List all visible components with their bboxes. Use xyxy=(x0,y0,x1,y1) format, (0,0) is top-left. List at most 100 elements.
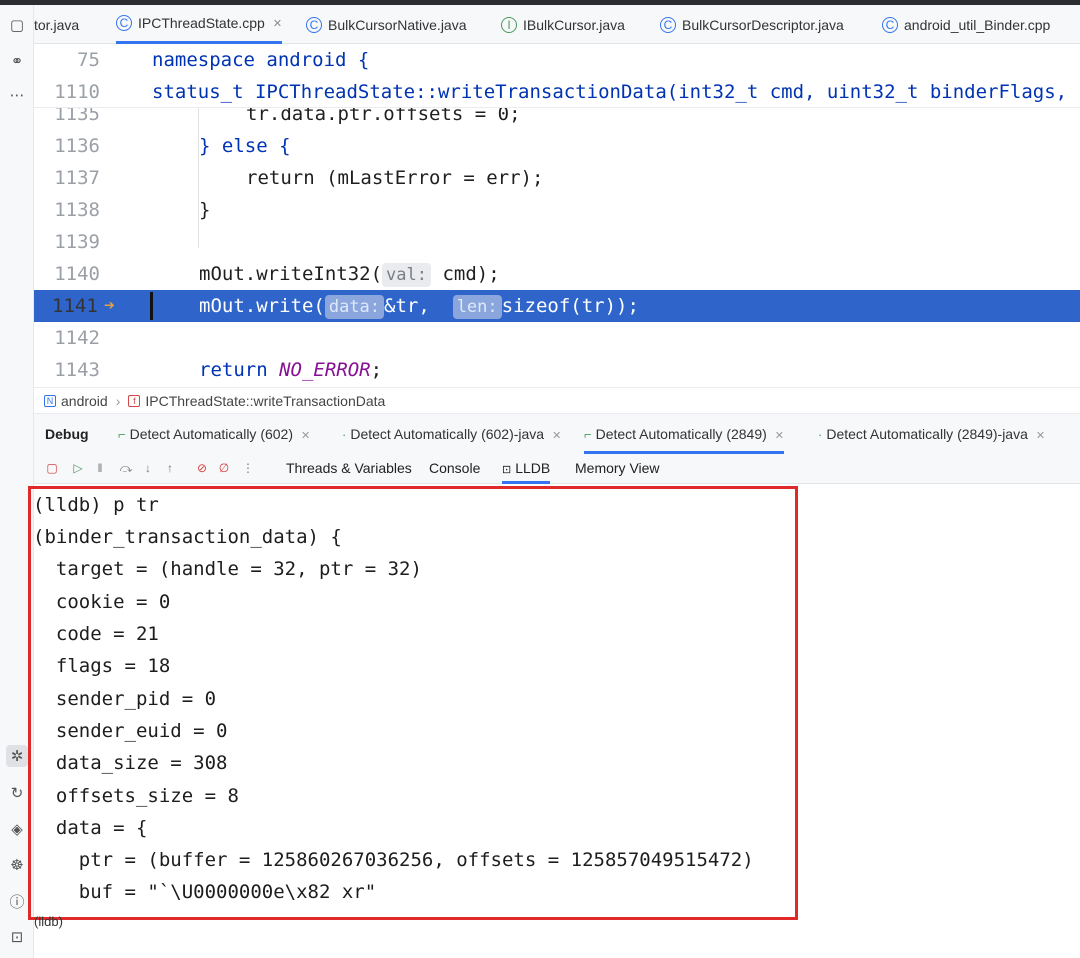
code-segment: ; xyxy=(370,359,383,381)
sync-icon[interactable]: ↻ xyxy=(6,782,28,804)
step-out-icon[interactable]: ↑ xyxy=(162,460,178,476)
debug-session-icon: ⌐ xyxy=(118,427,126,442)
console-line: (binder_transaction_data) { xyxy=(33,526,342,548)
chevron-right-icon: › xyxy=(115,392,121,409)
more-vertical-icon[interactable]: ⋮ xyxy=(240,460,256,476)
tab-threads-variables[interactable]: Threads & Variables xyxy=(286,460,412,476)
session-tab[interactable]: · Detect Automatically (2849)-java ✕ xyxy=(818,426,1045,442)
session-label: Detect Automatically (602)-java xyxy=(350,426,545,442)
code-segment: mOut.writeInt32( xyxy=(199,263,383,285)
namespace-icon: N xyxy=(44,394,56,407)
tab-tor-java[interactable]: tor.java xyxy=(34,5,79,44)
console-line: cookie = 0 xyxy=(33,591,171,613)
sticky-line[interactable]: 75 namespace android { xyxy=(34,44,1080,76)
line-number: 1143 xyxy=(54,359,100,381)
debug-panel-header: Debug ⌐ Detect Automatically (602) ✕ · Dete… xyxy=(34,414,1080,454)
code-text: return (mLastError = err); xyxy=(246,167,544,189)
session-tab-active[interactable]: ⌐ Detect Automatically (2849) ✕ xyxy=(584,426,785,454)
code-segment: mOut.write( xyxy=(199,295,325,317)
step-over-icon[interactable]: ⤼ xyxy=(118,460,134,476)
close-icon[interactable]: ✕ xyxy=(1036,430,1045,442)
tab-bulkcursordescriptor-java[interactable]: C BulkCursorDescriptor.java xyxy=(660,5,844,44)
close-icon[interactable]: ✕ xyxy=(775,430,784,442)
console-line: buf = "`\U0000000e\x82 xr" xyxy=(33,881,377,903)
code-line-1139[interactable]: 1139 xyxy=(34,226,1080,258)
debug-toolbar: ▢ ▷ ‖ ⤼ ↓ ↑ ⊘ ∅ ⋮ Threads & Variables Co… xyxy=(34,454,1080,484)
folder-icon[interactable]: ▢ xyxy=(6,14,28,36)
line-number: 1140 xyxy=(54,263,100,285)
cpp-file-icon: C xyxy=(116,15,132,31)
console-line: offsets_size = 8 xyxy=(33,785,239,807)
param-hint: data: xyxy=(324,295,385,319)
code-text: status_t IPCThreadState::writeTransactio… xyxy=(152,81,1068,103)
terminal-icon[interactable]: ⊡ xyxy=(6,926,28,948)
tab-lldb[interactable]: ⊡ LLDB xyxy=(502,460,551,484)
code-line-1143[interactable]: 1143 return NO_ERROR; xyxy=(34,354,1080,386)
tab-label: IBulkCursor.java xyxy=(523,16,625,33)
code-segment: sizeof(tr)); xyxy=(501,295,639,317)
problems-icon[interactable]: ⓘ xyxy=(6,890,28,912)
step-into-icon[interactable]: ↓ xyxy=(140,460,156,476)
code-segment: cmd); xyxy=(442,263,500,285)
editor-tabs: tor.java C IPCThreadState.cpp ✕ C BulkCu… xyxy=(0,0,1080,44)
tab-bulkcursornative-java[interactable]: C BulkCursorNative.java xyxy=(306,5,467,44)
code-text: return NO_ERROR; xyxy=(199,354,382,386)
line-number: 1110 xyxy=(54,81,100,103)
sticky-line[interactable]: 1110 status_t IPCThreadState::writeTrans… xyxy=(34,76,1080,108)
code-segment: &tr, xyxy=(384,295,430,317)
code-text: mOut.write(data: &tr, len: sizeof(tr)); xyxy=(199,290,639,322)
close-icon[interactable]: ✕ xyxy=(301,430,310,442)
line-number: 1138 xyxy=(54,199,100,221)
gem-icon[interactable]: ◈ xyxy=(6,818,28,840)
param-hint: val: xyxy=(382,263,431,287)
console-line: ptr = (buffer = 125860267036256, offsets… xyxy=(33,849,754,871)
debug-session-icon: · xyxy=(818,427,823,442)
code-text: namespace android { xyxy=(152,49,370,71)
session-label: Detect Automatically (2849) xyxy=(595,426,767,442)
caret xyxy=(150,292,153,320)
lldb-console[interactable]: (lldb) p tr (binder_transaction_data) { … xyxy=(28,484,1080,958)
line-number: 75 xyxy=(77,49,100,71)
tab-console[interactable]: Console xyxy=(429,460,480,476)
tab-android-util-binder-cpp[interactable]: C android_util_Binder.cpp xyxy=(882,5,1050,44)
stop-icon[interactable]: ▢ xyxy=(44,460,60,476)
breadcrumb-item[interactable]: IPCThreadState::writeTransactionData xyxy=(145,393,385,409)
lldb-prompt[interactable]: (lldb) xyxy=(34,914,63,929)
pause-icon[interactable]: ‖ xyxy=(92,460,108,476)
line-number: 1137 xyxy=(54,167,100,189)
code-line-1137[interactable]: 1137 return (mLastError = err); xyxy=(34,162,1080,194)
code-line-1142[interactable]: 1142 xyxy=(34,322,1080,354)
code-line-1138[interactable]: 1138 } xyxy=(34,194,1080,226)
tab-ibulkcursor-java[interactable]: I IBulkCursor.java xyxy=(501,5,625,44)
more-icon[interactable]: ⋯ xyxy=(6,84,28,106)
session-label: Detect Automatically (602) xyxy=(129,426,293,442)
execution-arrow-icon: ➔ xyxy=(104,295,115,316)
tab-ipcthreadstate-cpp[interactable]: C IPCThreadState.cpp ✕ xyxy=(116,5,283,44)
code-editor[interactable]: 75 namespace android { 1110 status_t IPC… xyxy=(34,44,1080,387)
current-execution-line[interactable]: 1141 ➔ mOut.write(data: &tr, len: sizeof(t… xyxy=(34,290,1080,322)
java-class-icon: C xyxy=(306,16,322,33)
code-line-1140[interactable]: 1140 mOut.writeInt32(val: cmd); xyxy=(34,258,1080,290)
mute-breakpoints-icon[interactable]: ∅ xyxy=(216,460,232,476)
close-icon[interactable]: ✕ xyxy=(273,17,282,30)
close-icon[interactable]: ✕ xyxy=(552,430,561,442)
tab-label: IPCThreadState.cpp xyxy=(138,15,265,31)
tab-label: BulkCursorNative.java xyxy=(328,16,467,33)
sticky-lines: 75 namespace android { 1110 status_t IPC… xyxy=(34,44,1080,108)
breakpoints-icon[interactable]: ⊘ xyxy=(194,460,210,476)
session-tab[interactable]: · Detect Automatically (602)-java ✕ xyxy=(342,426,561,442)
session-tab[interactable]: ⌐ Detect Automatically (602) ✕ xyxy=(118,426,310,442)
tab-label: android_util_Binder.cpp xyxy=(904,16,1051,33)
tab-memory-view[interactable]: Memory View xyxy=(575,460,660,476)
resume-icon[interactable]: ▷ xyxy=(70,460,86,476)
breadcrumb-item[interactable]: android xyxy=(61,393,108,409)
debug-bug-icon[interactable]: ✲ xyxy=(6,745,28,767)
java-interface-icon: I xyxy=(501,16,517,33)
code-segment: return xyxy=(199,359,280,381)
structure-icon[interactable]: ⚭ xyxy=(6,50,28,72)
cat-icon[interactable]: ☸ xyxy=(6,854,28,876)
debug-title: Debug xyxy=(45,426,89,442)
console-line: target = (handle = 32, ptr = 32) xyxy=(33,558,422,580)
code-line-1136[interactable]: 1136 } else { xyxy=(34,130,1080,162)
tab-label: tor.java xyxy=(34,16,80,33)
